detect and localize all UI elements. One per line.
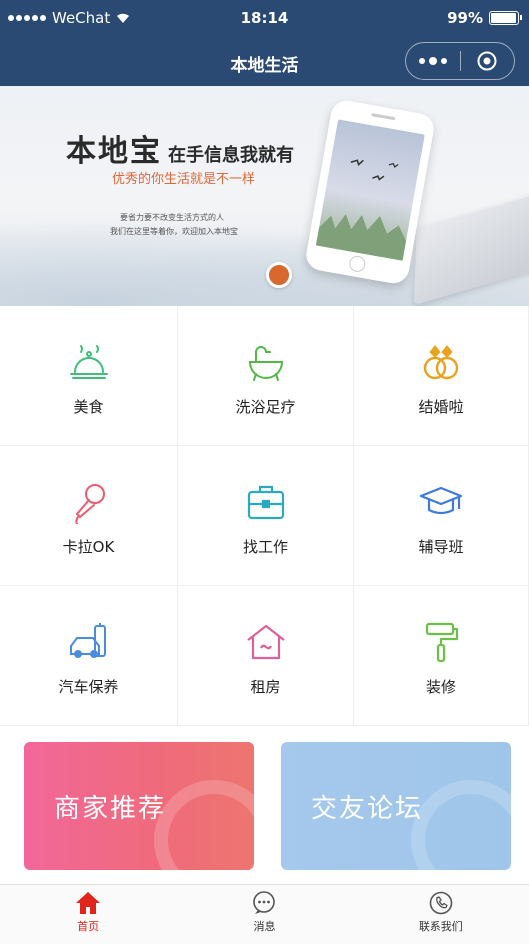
merchant-recommend-card[interactable]: 商家推荐 <box>24 742 254 870</box>
service-label: 卡拉OK <box>62 538 115 556</box>
status-bar: WeChat 18:14 99% <box>0 0 529 36</box>
tab-label: 首页 <box>77 920 100 933</box>
service-rent[interactable]: 租房 <box>178 586 354 726</box>
banner-title-big: 本地宝 <box>66 134 162 169</box>
service-label: 租房 <box>250 678 281 696</box>
home-icon <box>76 892 101 914</box>
service-grid: 美食 洗浴足疗 结婚啦 卡拉OK 找工作 辅导班 汽车保养 租房 装修 <box>0 306 529 726</box>
phone-icon <box>429 891 453 915</box>
wedding-rings-icon <box>419 340 463 384</box>
service-bath[interactable]: 洗浴足疗 <box>178 306 354 446</box>
tab-contact[interactable]: 联系我们 <box>353 885 529 944</box>
microphone-icon <box>67 480 111 524</box>
merchant-card-label: 商家推荐 <box>54 793 167 824</box>
coffee-cup-icon <box>266 262 292 288</box>
more-menu-button[interactable] <box>406 57 460 65</box>
graduation-cap-icon <box>419 480 463 524</box>
mini-program-capsule <box>405 42 515 80</box>
food-cloche-icon <box>67 340 111 384</box>
banner-subtitle: 优秀的你生活就是不一样 <box>112 172 256 187</box>
status-right: 99% <box>447 9 522 27</box>
forum-card[interactable]: 交友论坛 <box>281 742 511 870</box>
tab-bar: 首页 消息 联系我们 <box>0 884 529 944</box>
service-tutoring[interactable]: 辅导班 <box>354 446 529 586</box>
service-jobs[interactable]: 找工作 <box>178 446 354 586</box>
service-label: 装修 <box>425 678 456 696</box>
message-icon <box>253 891 276 914</box>
service-food[interactable]: 美食 <box>0 306 178 446</box>
promo-cards: 商家推荐 交友论坛 <box>0 726 529 884</box>
service-wedding[interactable]: 结婚啦 <box>354 306 529 446</box>
service-label: 找工作 <box>242 538 288 556</box>
banner-desc-line1: 要省力要不改变生活方式的人 <box>120 213 224 222</box>
tab-label: 联系我们 <box>418 920 463 933</box>
service-decoration[interactable]: 装修 <box>354 586 529 726</box>
service-label: 结婚啦 <box>418 398 464 416</box>
close-mini-program-button[interactable] <box>461 50 515 72</box>
banner-carousel[interactable]: 本地宝 在手信息我就有 优秀的你生活就是不一样 要省力要不改变生活方式的人 我们… <box>0 86 529 306</box>
service-label: 汽车保养 <box>58 678 119 696</box>
banner-title-small: 在手信息我就有 <box>168 145 294 166</box>
service-label: 美食 <box>73 398 104 416</box>
service-label: 洗浴足疗 <box>235 398 296 416</box>
briefcase-icon <box>244 480 288 524</box>
service-karaoke[interactable]: 卡拉OK <box>0 446 178 586</box>
tab-messages[interactable]: 消息 <box>176 885 352 944</box>
bath-tub-icon <box>244 340 288 384</box>
service-label: 辅导班 <box>418 538 464 556</box>
nav-bar: 本地生活 <box>0 36 529 86</box>
tab-home[interactable]: 首页 <box>0 885 176 944</box>
banner-desc-line2: 我们在这里等着你，欢迎加入本地宝 <box>110 227 238 236</box>
battery-icon <box>489 11 522 25</box>
banner-title: 本地宝 在手信息我就有 <box>66 126 294 170</box>
target-close-icon <box>477 51 497 71</box>
battery-percent: 99% <box>447 9 483 27</box>
tab-label: 消息 <box>253 920 276 933</box>
service-car[interactable]: 汽车保养 <box>0 586 178 726</box>
car-service-icon <box>67 620 111 664</box>
forum-card-label: 交友论坛 <box>311 793 424 824</box>
paint-roller-icon <box>419 620 463 664</box>
house-icon <box>244 620 288 664</box>
